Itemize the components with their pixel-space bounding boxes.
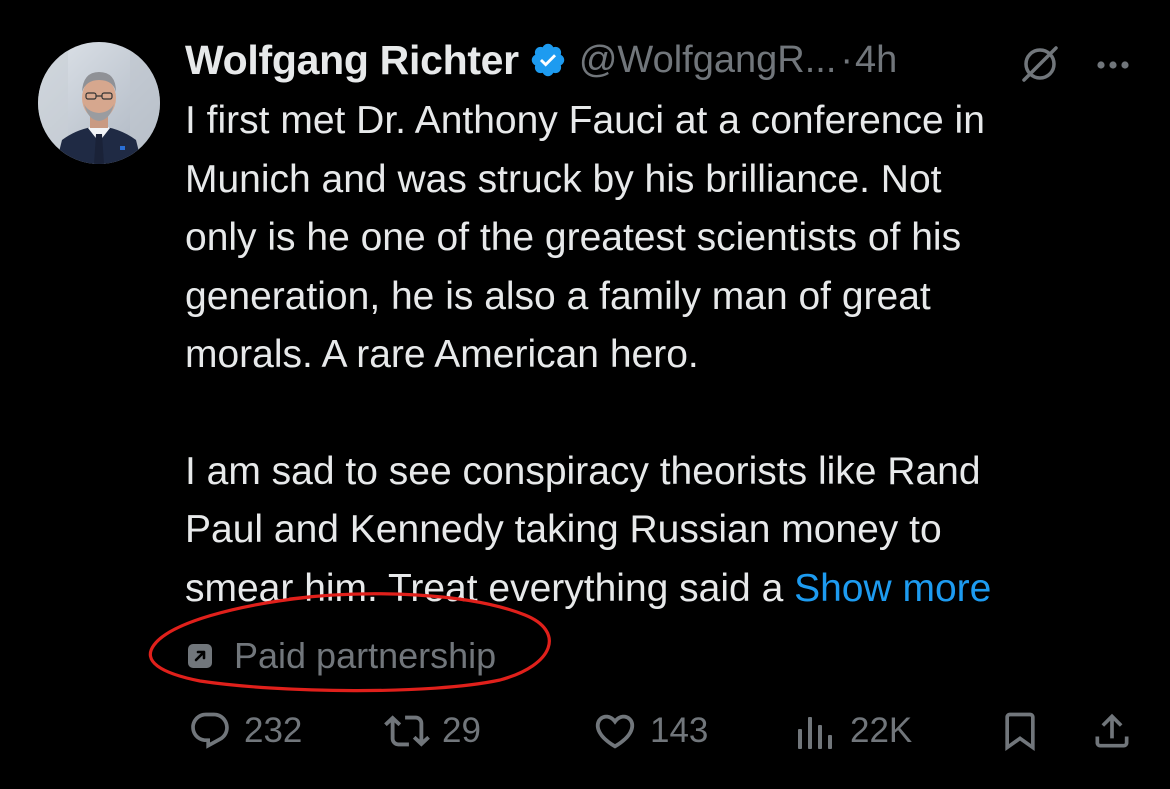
paid-partnership-text: Paid partnership [234, 635, 497, 676]
avatar-photo [38, 42, 160, 164]
bookmark-button[interactable] [998, 706, 1042, 756]
grok-icon[interactable] [1018, 42, 1062, 86]
tweet-text: I first met Dr. Anthony Fauci at a confe… [185, 92, 1145, 618]
text-line: Paul and Kennedy taking Russian money to [185, 508, 942, 551]
text-line: I am sad to see conspiracy theorists lik… [185, 449, 981, 493]
repost-button[interactable]: 29 [384, 706, 481, 756]
reply-button[interactable]: 232 [188, 706, 302, 756]
text-fragment: smear him. Treat everything said a [185, 566, 795, 610]
reply-count: 232 [244, 711, 303, 750]
repost-count: 29 [442, 711, 481, 750]
views-chart-icon [798, 717, 832, 749]
bookmark-icon [1005, 712, 1035, 752]
more-options-icon[interactable] [1093, 45, 1133, 85]
display-name[interactable]: Wolfgang Richter [185, 37, 519, 84]
text-line: I first met Dr. Anthony Fauci at a confe… [185, 99, 985, 142]
user-handle[interactable]: @WolfgangR... [579, 39, 837, 82]
timestamp[interactable]: 4h [855, 39, 897, 82]
repost-icon [384, 715, 430, 747]
text-line: Munich and was struck by his brilliance.… [185, 157, 942, 201]
avatar[interactable] [38, 42, 160, 164]
share-icon [1095, 713, 1129, 748]
text-line: generation, he is also a family man of g… [185, 274, 931, 318]
show-more-link[interactable]: Show more [794, 567, 991, 610]
reply-icon [191, 712, 229, 749]
heart-icon [595, 714, 635, 749]
views-button[interactable]: 22K [794, 706, 912, 756]
separator-dot: · [840, 38, 854, 81]
text-line-last: smear him. Treat everything said a Show … [185, 560, 1145, 619]
action-bar: 232 29 143 22K [0, 706, 1170, 756]
like-button[interactable]: 143 [592, 706, 708, 756]
verified-badge-icon[interactable] [529, 41, 567, 79]
like-count: 143 [650, 711, 709, 750]
tweet-header: Wolfgang Richter @WolfgangR... · 4h [185, 32, 897, 88]
text-line: morals. A rare American hero. [185, 333, 699, 376]
text-line: only is he one of the greatest scientist… [185, 216, 962, 259]
view-count: 22K [850, 711, 913, 750]
paid-partnership-label: Paid partnership [186, 633, 496, 679]
share-button[interactable] [1090, 706, 1134, 756]
arrow-up-right-box-icon [188, 644, 212, 668]
